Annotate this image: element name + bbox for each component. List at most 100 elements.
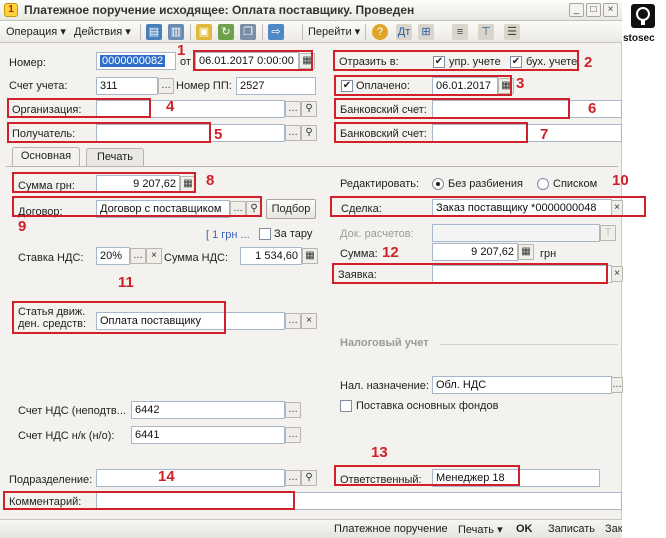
- recipient-search-icon[interactable]: ⚲: [301, 125, 317, 141]
- tax-section-line: [440, 344, 618, 345]
- post-icon[interactable]: ▤: [146, 24, 162, 40]
- calculator-icon[interactable]: ▦: [302, 248, 318, 264]
- division-search-icon[interactable]: ⚲: [301, 470, 317, 486]
- vat-rate-clear-icon[interactable]: ×: [146, 248, 162, 264]
- highlight-box-4: [7, 98, 151, 118]
- number-input[interactable]: 0000000082: [96, 52, 176, 70]
- fixed-assets-label: Поставка основных фондов: [356, 400, 499, 412]
- doc-settlement-input: [432, 224, 600, 242]
- logo-icon: [631, 4, 655, 28]
- edit-mode-label: Редактировать:: [340, 178, 420, 190]
- toolbar: Операция ▾ Действия ▾ ▤ ▥ ▣ ↻ ❐ ⇨ Перейт…: [0, 21, 622, 43]
- report-icon[interactable]: ≡: [452, 24, 468, 40]
- marker-7: 7: [540, 126, 549, 143]
- save-icon[interactable]: ▣: [196, 24, 212, 40]
- highlight-box-12: [332, 263, 608, 284]
- tab-print[interactable]: Печать: [86, 148, 144, 166]
- doc-settlement-label: Док. расчетов:: [340, 228, 414, 240]
- no-split-radio[interactable]: [432, 178, 444, 190]
- logo-text: stosec: [623, 33, 655, 44]
- based-on-icon[interactable]: ⇨: [268, 24, 284, 40]
- tax-purpose-input[interactable]: Обл. НДС: [432, 376, 612, 394]
- structure-icon[interactable]: ⊞: [418, 24, 434, 40]
- toolbar-separator: [302, 24, 303, 40]
- app-icon: 1: [4, 3, 18, 17]
- container-label: За тару: [274, 228, 313, 240]
- close-button[interactable]: Закрыть: [605, 523, 622, 535]
- close-window-button[interactable]: ×: [603, 3, 618, 17]
- ok-button[interactable]: OK: [516, 523, 533, 535]
- division-input[interactable]: [96, 469, 285, 487]
- tax-section-title: Налоговый учет: [340, 337, 429, 349]
- refresh-icon[interactable]: ↻: [218, 24, 234, 40]
- recipient-select-button[interactable]: …: [285, 125, 301, 141]
- highlight-box-9: [12, 196, 262, 217]
- marker-13: 13: [371, 444, 388, 461]
- exchange-rate-link[interactable]: [ 1 грн ...: [206, 229, 250, 241]
- help-icon[interactable]: ?: [372, 24, 388, 40]
- minimize-button[interactable]: _: [569, 3, 584, 17]
- list-radio[interactable]: [537, 178, 549, 190]
- vat-account2-label: Счет НДС н/к (н/о):: [18, 430, 115, 442]
- account-select-button[interactable]: …: [158, 78, 174, 94]
- currency-label: грн: [540, 248, 557, 260]
- highlight-box-14: [3, 491, 295, 510]
- actions-menu[interactable]: Действия ▾: [74, 25, 131, 38]
- print-menu-button[interactable]: Печать ▾: [458, 523, 503, 536]
- vat-sum-input[interactable]: 1 534,60: [240, 247, 302, 265]
- highlight-box-6: [334, 98, 570, 119]
- maximize-button[interactable]: □: [586, 3, 601, 17]
- request-clear-icon[interactable]: ×: [611, 266, 623, 282]
- org-search-icon[interactable]: ⚲: [301, 101, 317, 117]
- copy-icon[interactable]: ❐: [240, 24, 256, 40]
- highlight-box-3: [334, 75, 512, 96]
- division-select-button[interactable]: …: [285, 470, 301, 486]
- highlight-box-5: [7, 122, 211, 143]
- marker-11: 11: [118, 274, 134, 291]
- unpost-icon[interactable]: ▥: [168, 24, 184, 40]
- cashflow-select-button[interactable]: …: [285, 313, 301, 329]
- highlight-box-10: [330, 196, 646, 217]
- title-bar: 1 Платежное поручение исходящее: Оплата …: [0, 0, 622, 21]
- tax-purpose-label: Нал. назначение:: [340, 380, 429, 392]
- window-title: Платежное поручение исходящее: Оплата по…: [24, 3, 415, 17]
- type-icon: T: [600, 225, 616, 241]
- tab-main[interactable]: Основная: [12, 147, 80, 167]
- list-label: Списком: [553, 178, 598, 190]
- cashflow-clear-icon[interactable]: ×: [301, 313, 317, 329]
- pp-number-input[interactable]: 2527: [236, 77, 316, 95]
- watermark-logo: stosec: [623, 0, 666, 48]
- fixed-assets-checkbox[interactable]: [340, 400, 352, 412]
- marker-1: 1: [177, 42, 186, 59]
- toolbar-separator: [140, 24, 141, 40]
- save-button[interactable]: Записать: [548, 523, 595, 535]
- account-input[interactable]: 311: [96, 77, 158, 95]
- highlight-box-8: [12, 172, 196, 193]
- vat-rate-input[interactable]: 20%: [96, 247, 130, 265]
- org-select-button[interactable]: …: [285, 101, 301, 117]
- list-icon[interactable]: ☰: [504, 24, 520, 40]
- container-checkbox[interactable]: [259, 228, 271, 240]
- vat-account-select-button[interactable]: …: [285, 402, 301, 418]
- marker-6: 6: [588, 100, 597, 117]
- vat-account-input[interactable]: 6442: [131, 401, 285, 419]
- print-form-button[interactable]: Платежное поручение: [334, 523, 448, 535]
- tab-divider: [6, 166, 618, 167]
- vat-account2-input[interactable]: 6441: [131, 426, 285, 444]
- right-sum-input[interactable]: 9 207,62: [432, 243, 518, 261]
- goto-menu[interactable]: Перейти ▾: [308, 25, 360, 38]
- marker-3: 3: [516, 75, 525, 92]
- account-label: Счет учета:: [9, 80, 68, 92]
- vat-account2-select-button[interactable]: …: [285, 427, 301, 443]
- pp-number-label: Номер ПП:: [176, 80, 232, 92]
- vat-rate-select-button[interactable]: …: [130, 248, 146, 264]
- highlight-box-11: [12, 301, 226, 334]
- pick-button[interactable]: Подбор: [266, 199, 316, 219]
- footer-bar: Платежное поручение Печать ▾ OK Записать…: [0, 519, 622, 538]
- tree-icon[interactable]: ⊤: [478, 24, 494, 40]
- division-label: Подразделение:: [9, 474, 93, 486]
- calculator-icon[interactable]: ▦: [518, 244, 534, 260]
- operation-menu[interactable]: Операция ▾: [6, 25, 66, 38]
- tax-purpose-select-button[interactable]: …: [611, 377, 623, 393]
- movements-icon[interactable]: Дт: [396, 24, 412, 40]
